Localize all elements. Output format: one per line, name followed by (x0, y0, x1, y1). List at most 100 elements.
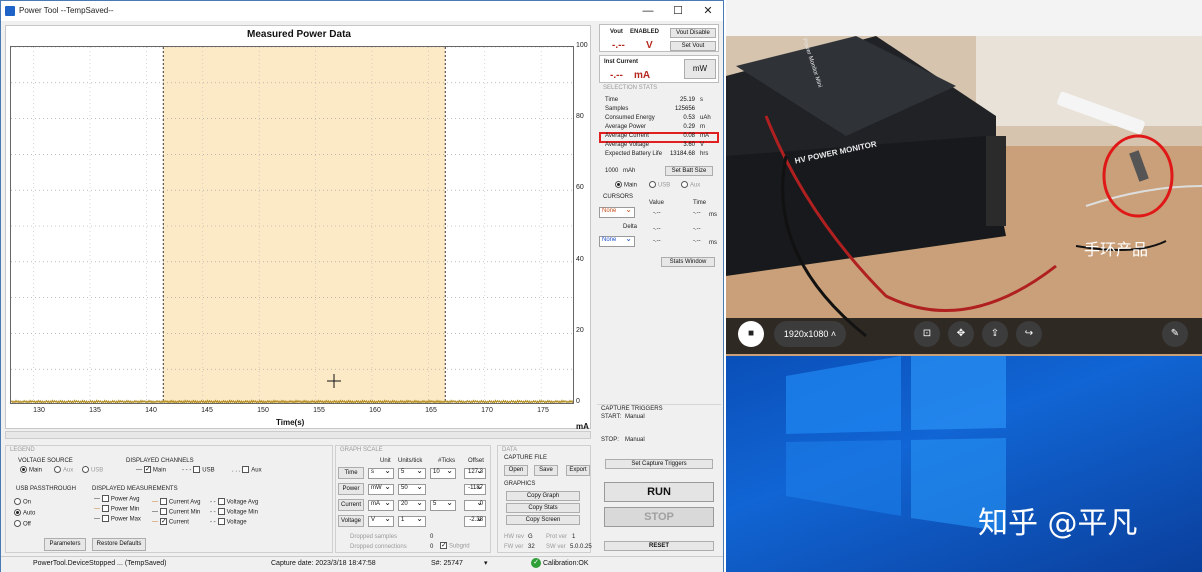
radio-icon (54, 466, 61, 473)
cursors-header: CURSORS (603, 194, 634, 200)
divider (597, 404, 721, 405)
hw-rev-label: HW rev (504, 534, 524, 540)
export-button[interactable]: Export (566, 465, 590, 476)
meas-voltage-avg[interactable]: - - Voltage Avg (210, 498, 258, 505)
voltage-source-label: VOLTAGE SOURCE (18, 458, 73, 464)
pt-auto-radio[interactable]: Auto (14, 509, 35, 516)
scale-unit-select[interactable]: mA (368, 498, 394, 511)
maximize-button[interactable]: ☐ (663, 1, 693, 21)
line-glyph: — (152, 499, 158, 506)
save-button[interactable]: Save (534, 465, 558, 476)
selection-stats-header: SELECTION STATS (603, 85, 658, 91)
checkbox-icon (159, 508, 167, 515)
upload-icon[interactable]: ⇪ (982, 321, 1008, 347)
minimize-button[interactable]: — (633, 1, 663, 21)
copy-stats-button[interactable]: Copy Stats (506, 503, 580, 513)
vsrc-main-radio[interactable]: Main (20, 466, 42, 473)
radio-icon (649, 181, 656, 188)
check-icon: ✓ (531, 558, 541, 568)
set-batt-size-button[interactable]: Set Batt Size (665, 166, 713, 176)
stat-value: 0.08 (683, 133, 695, 139)
scale-unit-select[interactable]: mW (368, 482, 394, 495)
stats-window-button[interactable]: Stats Window (661, 257, 715, 267)
copy-screen-button[interactable]: Copy Screen (506, 515, 580, 525)
subgrid-check[interactable]: ✓ Subgrid (440, 542, 470, 549)
scale-offset-input[interactable]: -2.38 (464, 514, 486, 527)
radio-usb[interactable]: USB (649, 181, 670, 188)
camera-icon[interactable]: ■ (738, 321, 764, 347)
checkbox-checked-icon: ✓ (143, 466, 151, 473)
share-icon[interactable]: ↪ (1016, 321, 1042, 347)
reset-button[interactable]: RESET (604, 541, 714, 551)
meas-current[interactable]: — ✓ Current (152, 518, 189, 525)
meas-voltage-min[interactable]: - - Voltage Min (210, 508, 258, 515)
restore-defaults-button[interactable]: Restore Defaults (92, 538, 146, 551)
scale-row-label[interactable]: Voltage (338, 515, 364, 527)
cursor2-select[interactable]: None (599, 234, 635, 247)
scale-row-label[interactable]: Power (338, 483, 364, 495)
graph-scale-panel: GRAPH SCALE Unit Units/tick #Ticks Offse… (335, 445, 491, 553)
vsrc-aux-radio[interactable]: Aux (54, 466, 73, 473)
vout-state: ENABLED (630, 29, 660, 35)
camera-view: HV POWER MONITOR Power Monitor Mini 手环产品… (726, 0, 1202, 356)
film-icon[interactable]: ✥ (948, 321, 974, 347)
scan-icon[interactable]: ⊡ (914, 321, 940, 347)
meas-voltage[interactable]: - - Voltage (210, 518, 247, 525)
scale-row-label[interactable]: Current (338, 499, 364, 511)
calibration-status: Calibration:OK (543, 560, 589, 567)
scale-ticks-select[interactable]: 10 (430, 466, 456, 479)
ch-main-check[interactable]: — ✓ Main (136, 466, 166, 473)
cursor1-select[interactable]: None (599, 205, 635, 218)
ch-aux-check[interactable]: . . . Aux (232, 466, 262, 473)
checkbox-icon (217, 498, 225, 505)
parameters-button[interactable]: Parameters (44, 538, 86, 551)
data-panel: DATA CAPTURE FILE Open Save Export GRAPH… (497, 445, 592, 553)
meas-current-avg[interactable]: — Current Avg (152, 498, 200, 505)
meas-power-max[interactable]: — Power Max (94, 515, 141, 522)
cursor-dummy: -.-- (693, 226, 701, 232)
scale-unit-select[interactable]: V (368, 514, 394, 527)
meas-current-min[interactable]: — Current Min (152, 508, 200, 515)
plot-area[interactable] (10, 46, 574, 404)
scale-ticks-select[interactable]: 5 (430, 498, 456, 511)
ch-usb-check[interactable]: - - - USB (182, 466, 215, 473)
meas-power-min[interactable]: — Power Min (94, 505, 139, 512)
open-button[interactable]: Open (504, 465, 528, 476)
stop-button[interactable]: STOP (604, 507, 714, 527)
scale-upt-select[interactable]: 50 (398, 482, 426, 495)
radio-aux[interactable]: Aux (681, 181, 700, 188)
cursor1-unit: ms (709, 212, 717, 218)
col-unit: Unit (380, 458, 391, 464)
scale-upt-select[interactable]: 5 (398, 466, 426, 479)
graph-area[interactable]: Measured Power Data 100 80 60 40 20 0 13… (5, 25, 591, 431)
settings-icon[interactable]: ✎ (1162, 321, 1188, 347)
cursor2-value: -.-- (653, 238, 661, 244)
run-button[interactable]: RUN (604, 482, 714, 502)
x-axis-label: Time(s) (276, 418, 305, 427)
meas-power-avg[interactable]: — Power Avg (94, 495, 139, 502)
watermark-text: 知乎 @平凡 (978, 506, 1138, 541)
set-vout-button[interactable]: Set Vout (670, 41, 716, 51)
pt-off-radio[interactable]: Off (14, 520, 31, 527)
set-capture-triggers-button[interactable]: Set Capture Triggers (605, 459, 713, 469)
vsrc-usb-radio[interactable]: USB (82, 466, 103, 473)
horizontal-scrollbar[interactable] (5, 431, 591, 439)
scale-offset-input[interactable]: -1187 (464, 482, 486, 495)
scale-upt-select[interactable]: 1 (398, 514, 426, 527)
y-tick: 60 (576, 184, 584, 191)
resolution-selector[interactable]: 1920x1080 ˄ (774, 321, 846, 347)
scale-row-label[interactable]: Time (338, 467, 364, 479)
vout-disable-button[interactable]: Vout Disable (670, 28, 716, 38)
scale-offset-input[interactable]: 0 (464, 498, 486, 511)
scale-unit-select[interactable]: s (368, 466, 394, 479)
mw-button[interactable]: mW (684, 59, 716, 79)
copy-graph-button[interactable]: Copy Graph (506, 491, 580, 501)
scale-upt-select[interactable]: 20 (398, 498, 426, 511)
serial-dropdown-icon[interactable]: ▾ (484, 559, 488, 567)
radio-usb-label: USB (657, 182, 671, 189)
pt-on-label: On (22, 499, 31, 506)
radio-main[interactable]: Main (615, 181, 637, 188)
close-button[interactable]: ✕ (693, 1, 723, 21)
scale-offset-input[interactable]: 127.3 (464, 466, 486, 479)
pt-on-radio[interactable]: On (14, 498, 31, 505)
